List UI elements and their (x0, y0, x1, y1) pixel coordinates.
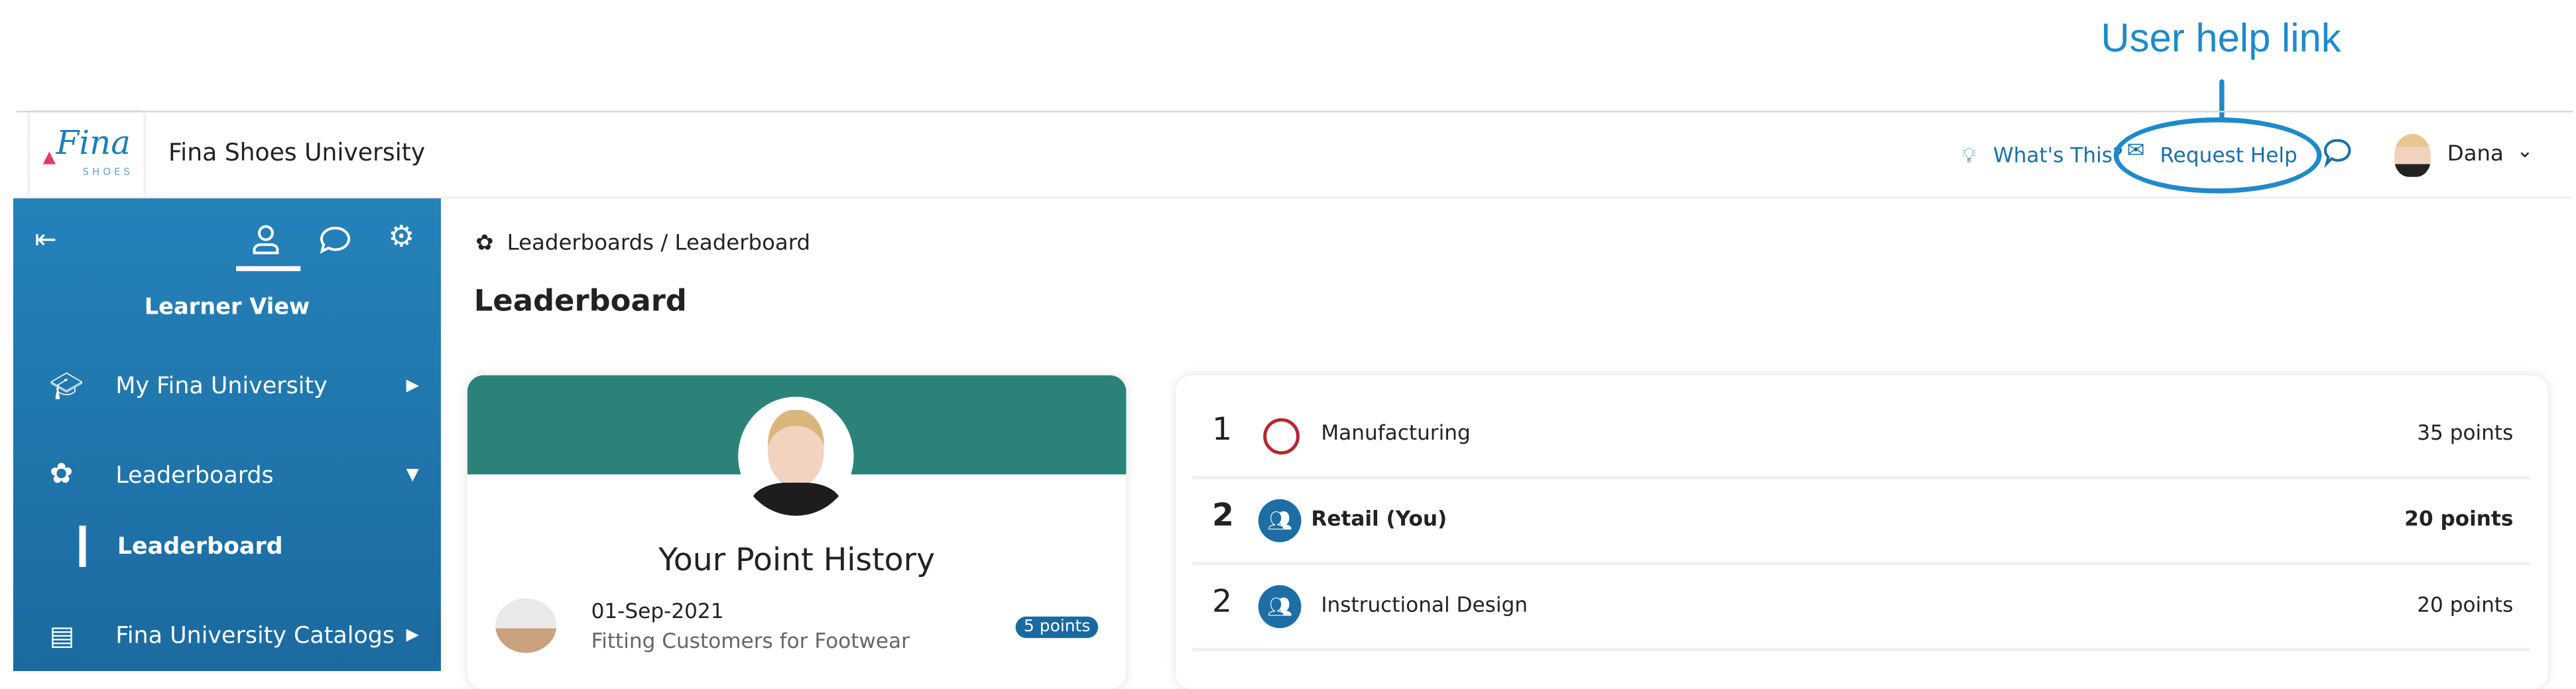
site-title: Fina Shoes University (168, 140, 426, 167)
course-thumbnail (495, 598, 557, 653)
team-avatar-icon (1263, 418, 1300, 455)
collapse-sidebar-icon[interactable]: ⇤ (34, 223, 56, 255)
graduation-cap-icon: 🎓︎ (49, 370, 84, 402)
badge-icon: ✿ (49, 458, 74, 491)
annotation-pointer (2219, 79, 2225, 123)
lightbulb-icon: 💡︎ (1961, 142, 1977, 167)
leaderboard-row[interactable]: 1 Manufacturing 35 points (1192, 392, 2530, 479)
leaderboard-row[interactable]: 2 👥︎ Instructional Design 20 points (1192, 564, 2530, 652)
points-badge: 5 points (1015, 616, 1099, 639)
user-name[interactable]: Dana (2447, 142, 2504, 166)
person-icon[interactable] (251, 223, 281, 257)
history-course[interactable]: Fitting Customers for Footwear (591, 628, 910, 653)
divider (16, 111, 2573, 113)
badge-icon: ✿ (475, 231, 494, 257)
logo[interactable]: Fina SHOES ▲ (29, 112, 144, 197)
profile-photo (738, 397, 854, 516)
sidebar: ⇤ ⚙ Learner View 🎓︎ My Fina University ▶… (13, 198, 441, 671)
active-indicator (79, 525, 86, 567)
breadcrumb: ✿ Leaderboards / Leaderboard (475, 231, 811, 257)
annotation-label: User help link (2101, 16, 2341, 62)
page-title: Leaderboard (473, 284, 687, 320)
gear-icon[interactable]: ⚙ (388, 220, 414, 255)
leaderboard-row-you[interactable]: 2 👥︎ Retail (You) 20 points (1192, 477, 2530, 566)
leaderboard-card: 1 Manufacturing 35 points 2 👥︎ Retail (Y… (1176, 375, 2548, 689)
chat-icon[interactable] (319, 225, 352, 255)
avatar[interactable] (2394, 133, 2431, 177)
point-history-card: Your Point History 01-Sep-2021 Fitting C… (467, 375, 1127, 689)
point-history-title: Your Point History (658, 542, 936, 579)
book-icon: ▤ (49, 619, 75, 652)
view-label: Learner View (144, 294, 310, 321)
caret-right-icon: ▶ (406, 377, 419, 395)
caret-down-icon: ▼ (406, 466, 419, 485)
group-icon: 👥︎ (1258, 585, 1302, 629)
whats-this-link[interactable]: What's This? (1993, 142, 2124, 166)
chevron-down-icon[interactable]: ⌄ (2516, 139, 2533, 162)
history-date: 01-Sep-2021 (591, 598, 724, 623)
group-icon: 👥︎ (1258, 499, 1302, 542)
shoe-icon: ▲ (42, 149, 56, 167)
annotation-highlight (2113, 117, 2322, 194)
chat-icon[interactable] (2322, 137, 2355, 170)
active-tab-indicator (236, 266, 301, 271)
caret-right-icon: ▶ (406, 626, 419, 645)
